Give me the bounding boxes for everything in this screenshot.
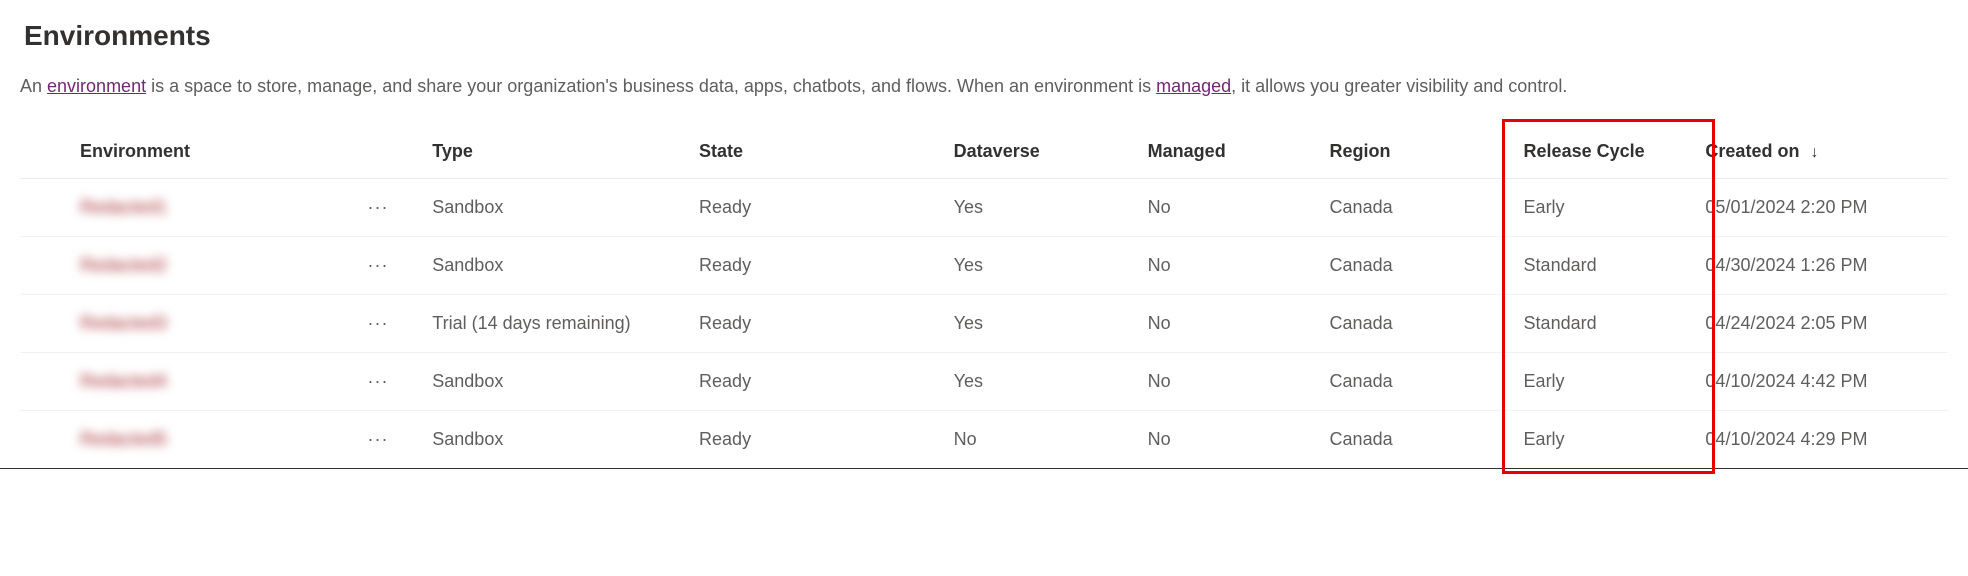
env-name-cell[interactable]: Redacted2 <box>20 237 360 295</box>
type-cell: Trial (14 days remaining) <box>432 295 699 353</box>
release-cycle-cell: Early <box>1524 179 1706 237</box>
state-cell: Ready <box>699 237 954 295</box>
env-name-cell[interactable]: Redacted1 <box>20 179 360 237</box>
dataverse-cell: Yes <box>954 179 1148 237</box>
column-header-release-cycle[interactable]: Release Cycle <box>1524 125 1706 179</box>
column-header-environment[interactable]: Environment <box>20 125 360 179</box>
desc-prefix: An <box>20 76 47 96</box>
managed-cell: No <box>1148 295 1330 353</box>
release-cycle-cell: Early <box>1524 411 1706 469</box>
region-cell: Canada <box>1330 353 1524 411</box>
dataverse-cell: Yes <box>954 353 1148 411</box>
desc-mid: is a space to store, manage, and share y… <box>146 76 1156 96</box>
dataverse-cell: No <box>954 411 1148 469</box>
row-more-cell: ··· <box>360 353 433 411</box>
state-cell: Ready <box>699 353 954 411</box>
desc-suffix: , it allows you greater visibility and c… <box>1231 76 1567 96</box>
table-row[interactable]: Redacted2 ··· Sandbox Ready Yes No Canad… <box>20 237 1948 295</box>
table-row[interactable]: Redacted1 ··· Sandbox Ready Yes No Canad… <box>20 179 1948 237</box>
managed-cell: No <box>1148 237 1330 295</box>
release-cycle-cell: Early <box>1524 353 1706 411</box>
env-name-cell[interactable]: Redacted3 <box>20 295 360 353</box>
column-header-managed[interactable]: Managed <box>1148 125 1330 179</box>
environments-table: Environment Type State Dataverse Managed… <box>20 125 1948 468</box>
table-row[interactable]: Redacted5 ··· Sandbox Ready No No Canada… <box>20 411 1948 469</box>
environments-table-wrapper: Environment Type State Dataverse Managed… <box>20 125 1948 468</box>
region-cell: Canada <box>1330 179 1524 237</box>
env-name-cell[interactable]: Redacted5 <box>20 411 360 469</box>
row-more-cell: ··· <box>360 237 433 295</box>
more-options-icon[interactable]: ··· <box>360 193 397 221</box>
page-description: An environment is a space to store, mana… <box>20 76 1948 97</box>
page-title: Environments <box>20 20 1948 52</box>
more-options-icon[interactable]: ··· <box>360 425 397 453</box>
managed-link[interactable]: managed <box>1156 76 1231 96</box>
created-on-cell: 04/24/2024 2:05 PM <box>1705 295 1948 353</box>
table-row[interactable]: Redacted3 ··· Trial (14 days remaining) … <box>20 295 1948 353</box>
type-cell: Sandbox <box>432 237 699 295</box>
created-on-cell: 04/10/2024 4:29 PM <box>1705 411 1948 469</box>
state-cell: Ready <box>699 411 954 469</box>
region-cell: Canada <box>1330 295 1524 353</box>
dataverse-cell: Yes <box>954 295 1148 353</box>
column-header-region[interactable]: Region <box>1330 125 1524 179</box>
column-header-type[interactable]: Type <box>432 125 699 179</box>
state-cell: Ready <box>699 179 954 237</box>
region-cell: Canada <box>1330 411 1524 469</box>
more-options-icon[interactable]: ··· <box>360 367 397 395</box>
type-cell: Sandbox <box>432 179 699 237</box>
managed-cell: No <box>1148 353 1330 411</box>
created-on-label: Created on <box>1705 141 1799 161</box>
column-header-dataverse[interactable]: Dataverse <box>954 125 1148 179</box>
sort-descending-icon: ↓ <box>1810 144 1818 162</box>
region-cell: Canada <box>1330 237 1524 295</box>
dataverse-cell: Yes <box>954 237 1148 295</box>
type-cell: Sandbox <box>432 411 699 469</box>
managed-cell: No <box>1148 179 1330 237</box>
more-options-icon[interactable]: ··· <box>360 251 397 279</box>
state-cell: Ready <box>699 295 954 353</box>
created-on-cell: 05/01/2024 2:20 PM <box>1705 179 1948 237</box>
column-header-state[interactable]: State <box>699 125 954 179</box>
managed-cell: No <box>1148 411 1330 469</box>
created-on-cell: 04/10/2024 4:42 PM <box>1705 353 1948 411</box>
release-cycle-cell: Standard <box>1524 295 1706 353</box>
more-options-icon[interactable]: ··· <box>360 309 397 337</box>
row-more-cell: ··· <box>360 411 433 469</box>
table-row[interactable]: Redacted4 ··· Sandbox Ready Yes No Canad… <box>20 353 1948 411</box>
release-cycle-cell: Standard <box>1524 237 1706 295</box>
row-more-cell: ··· <box>360 179 433 237</box>
created-on-cell: 04/30/2024 1:26 PM <box>1705 237 1948 295</box>
env-name-cell[interactable]: Redacted4 <box>20 353 360 411</box>
row-more-cell: ··· <box>360 295 433 353</box>
type-cell: Sandbox <box>432 353 699 411</box>
column-header-menu <box>360 125 433 179</box>
column-header-created-on[interactable]: Created on ↓ <box>1705 125 1948 179</box>
environment-link[interactable]: environment <box>47 76 146 96</box>
